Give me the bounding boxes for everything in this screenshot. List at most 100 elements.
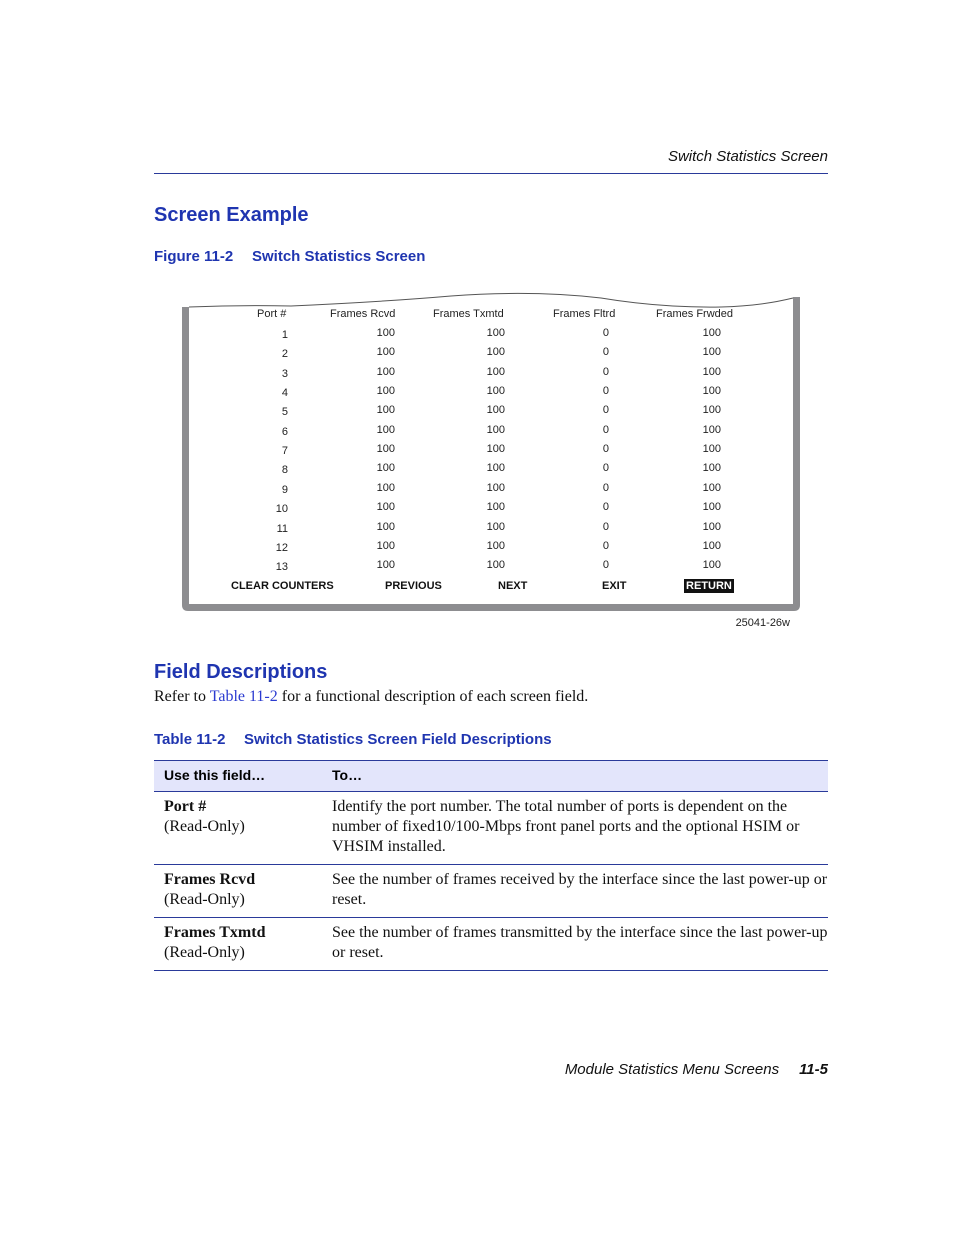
description-cell: See the number of frames transmitted by … (322, 917, 828, 971)
port-cell: 12 (275, 541, 288, 554)
statistics-row: 7 100 100 0 100 (181, 443, 801, 459)
exit-command[interactable]: EXIT (600, 579, 628, 593)
previous-command[interactable]: PREVIOUS (383, 579, 444, 593)
field-note: (Read-Only) (164, 891, 245, 908)
section-heading-screen-example: Screen Example (154, 204, 309, 226)
section-heading-field-descriptions: Field Descriptions (154, 661, 328, 683)
frames-fltrd-cell: 0 (602, 423, 609, 436)
frames-rcvd-cell: 100 (376, 423, 395, 436)
intro-paragraph: Refer to Table 11-2 for a functional des… (154, 688, 588, 706)
header-to: To… (322, 760, 828, 792)
statistics-row: 8 100 100 0 100 (181, 462, 801, 478)
frames-fltrd-cell: 0 (602, 385, 609, 398)
port-cell: 3 (281, 367, 288, 380)
statistics-row: 6 100 100 0 100 (181, 424, 801, 440)
statistics-row: 13 100 100 0 100 (181, 559, 801, 575)
frames-frwded-cell: 100 (702, 559, 721, 572)
para-text-after: for a functional description of each scr… (277, 688, 589, 705)
description-cell: Identify the port number. The total numb… (322, 791, 828, 865)
table-row: Frames Txmtd (Read-Only) See the number … (154, 917, 828, 971)
next-command[interactable]: NEXT (496, 579, 529, 593)
frames-txmtd-cell: 100 (486, 423, 505, 436)
frames-frwded-cell: 100 (702, 443, 721, 456)
port-cell: 10 (275, 503, 288, 516)
frames-rcvd-cell: 100 (376, 559, 395, 572)
clear-counters-command[interactable]: CLEAR COUNTERS (229, 579, 336, 593)
frames-frwded-cell: 100 (702, 346, 721, 359)
frames-frwded-cell: 100 (702, 404, 721, 417)
frames-frwded-cell: 100 (702, 423, 721, 436)
frames-txmtd-cell: 100 (486, 443, 505, 456)
running-head: Switch Statistics Screen (667, 148, 828, 165)
statistics-header-row: Port # Frames Rcvd Frames Txmtd Frames F… (181, 308, 801, 324)
frames-rcvd-cell: 100 (376, 462, 395, 475)
frames-frwded-cell: 100 (702, 520, 721, 533)
frames-frwded-cell: 100 (702, 539, 721, 552)
header-rule (154, 173, 828, 174)
col-header-port: Port # (257, 308, 287, 320)
frames-fltrd-cell: 0 (602, 365, 609, 378)
frames-fltrd-cell: 0 (602, 443, 609, 456)
frames-rcvd-cell: 100 (376, 346, 395, 359)
frames-rcvd-cell: 100 (376, 481, 395, 494)
frames-rcvd-cell: 100 (376, 501, 395, 514)
frames-fltrd-cell: 0 (602, 559, 609, 572)
field-cell: Frames Rcvd (Read-Only) (154, 864, 322, 918)
frames-frwded-cell: 100 (702, 385, 721, 398)
frames-fltrd-cell: 0 (602, 346, 609, 359)
frames-rcvd-cell: 100 (376, 539, 395, 552)
col-header-frames-txmtd: Frames Txmtd (433, 308, 504, 320)
frames-fltrd-cell: 0 (602, 327, 609, 339)
frames-fltrd-cell: 0 (602, 520, 609, 533)
port-cell: 11 (276, 522, 288, 535)
port-cell: 7 (281, 445, 288, 458)
statistics-row: 11 100 100 0 100 (181, 521, 801, 537)
frames-txmtd-cell: 100 (486, 559, 505, 572)
statistics-row: 5 100 100 0 100 (181, 404, 801, 420)
statistics-row: 12 100 100 0 100 (181, 540, 801, 556)
statistics-row: 9 100 100 0 100 (181, 482, 801, 498)
statistics-row: 10 100 100 0 100 (181, 501, 801, 517)
frames-txmtd-cell: 100 (486, 404, 505, 417)
command-bar: CLEAR COUNTERS PREVIOUS NEXT EXIT RETURN (181, 579, 801, 597)
frames-fltrd-cell: 0 (602, 462, 609, 475)
header-use-this-field: Use this field… (154, 760, 322, 792)
field-name: Frames Txmtd (164, 924, 266, 941)
statistics-row: 2 100 100 0 100 (181, 346, 801, 362)
table-caption: Table 11-2 Switch Statistics Screen Field… (154, 731, 552, 748)
figure-caption: Figure 11-2 Switch Statistics Screen (154, 248, 425, 265)
field-note: (Read-Only) (164, 818, 245, 835)
table-11-2-link[interactable]: Table 11-2 (210, 688, 278, 705)
statistics-row: 3 100 100 0 100 (181, 366, 801, 382)
col-header-frames-fltrd: Frames Fltrd (553, 308, 616, 320)
port-cell: 9 (281, 483, 288, 496)
table-number: Table 11-2 (154, 731, 226, 748)
figure-title: Switch Statistics Screen (252, 248, 426, 265)
frames-rcvd-cell: 100 (376, 385, 395, 398)
frames-txmtd-cell: 100 (486, 365, 505, 378)
port-cell: 13 (275, 561, 288, 574)
frames-frwded-cell: 100 (702, 327, 721, 339)
frames-txmtd-cell: 100 (486, 501, 505, 514)
switch-statistics-screen-figure: Port # Frames Rcvd Frames Txmtd Frames F… (181, 280, 801, 614)
field-cell: Frames Txmtd (Read-Only) (154, 917, 322, 971)
page-number: 11-5 (799, 1061, 828, 1078)
torn-edge-line (188, 292, 794, 308)
frames-txmtd-cell: 100 (486, 539, 505, 552)
frames-fltrd-cell: 0 (602, 404, 609, 417)
port-cell: 2 (281, 348, 288, 361)
field-name: Port # (164, 798, 207, 815)
statistics-row: 1 100 100 0 100 (181, 327, 801, 343)
frames-txmtd-cell: 100 (486, 481, 505, 494)
para-text-before: Refer to (154, 688, 210, 705)
field-note: (Read-Only) (164, 944, 245, 961)
frames-rcvd-cell: 100 (376, 443, 395, 456)
return-command[interactable]: RETURN (684, 579, 734, 593)
frames-fltrd-cell: 0 (602, 501, 609, 514)
figure-id: 25041-26w (735, 617, 790, 629)
frames-frwded-cell: 100 (702, 462, 721, 475)
table-row: Port # (Read-Only) Identify the port num… (154, 791, 828, 865)
frames-fltrd-cell: 0 (602, 481, 609, 494)
field-descriptions-table: Use this field… To… Port # (Read-Only) I… (154, 760, 828, 971)
statistics-row: 4 100 100 0 100 (181, 385, 801, 401)
